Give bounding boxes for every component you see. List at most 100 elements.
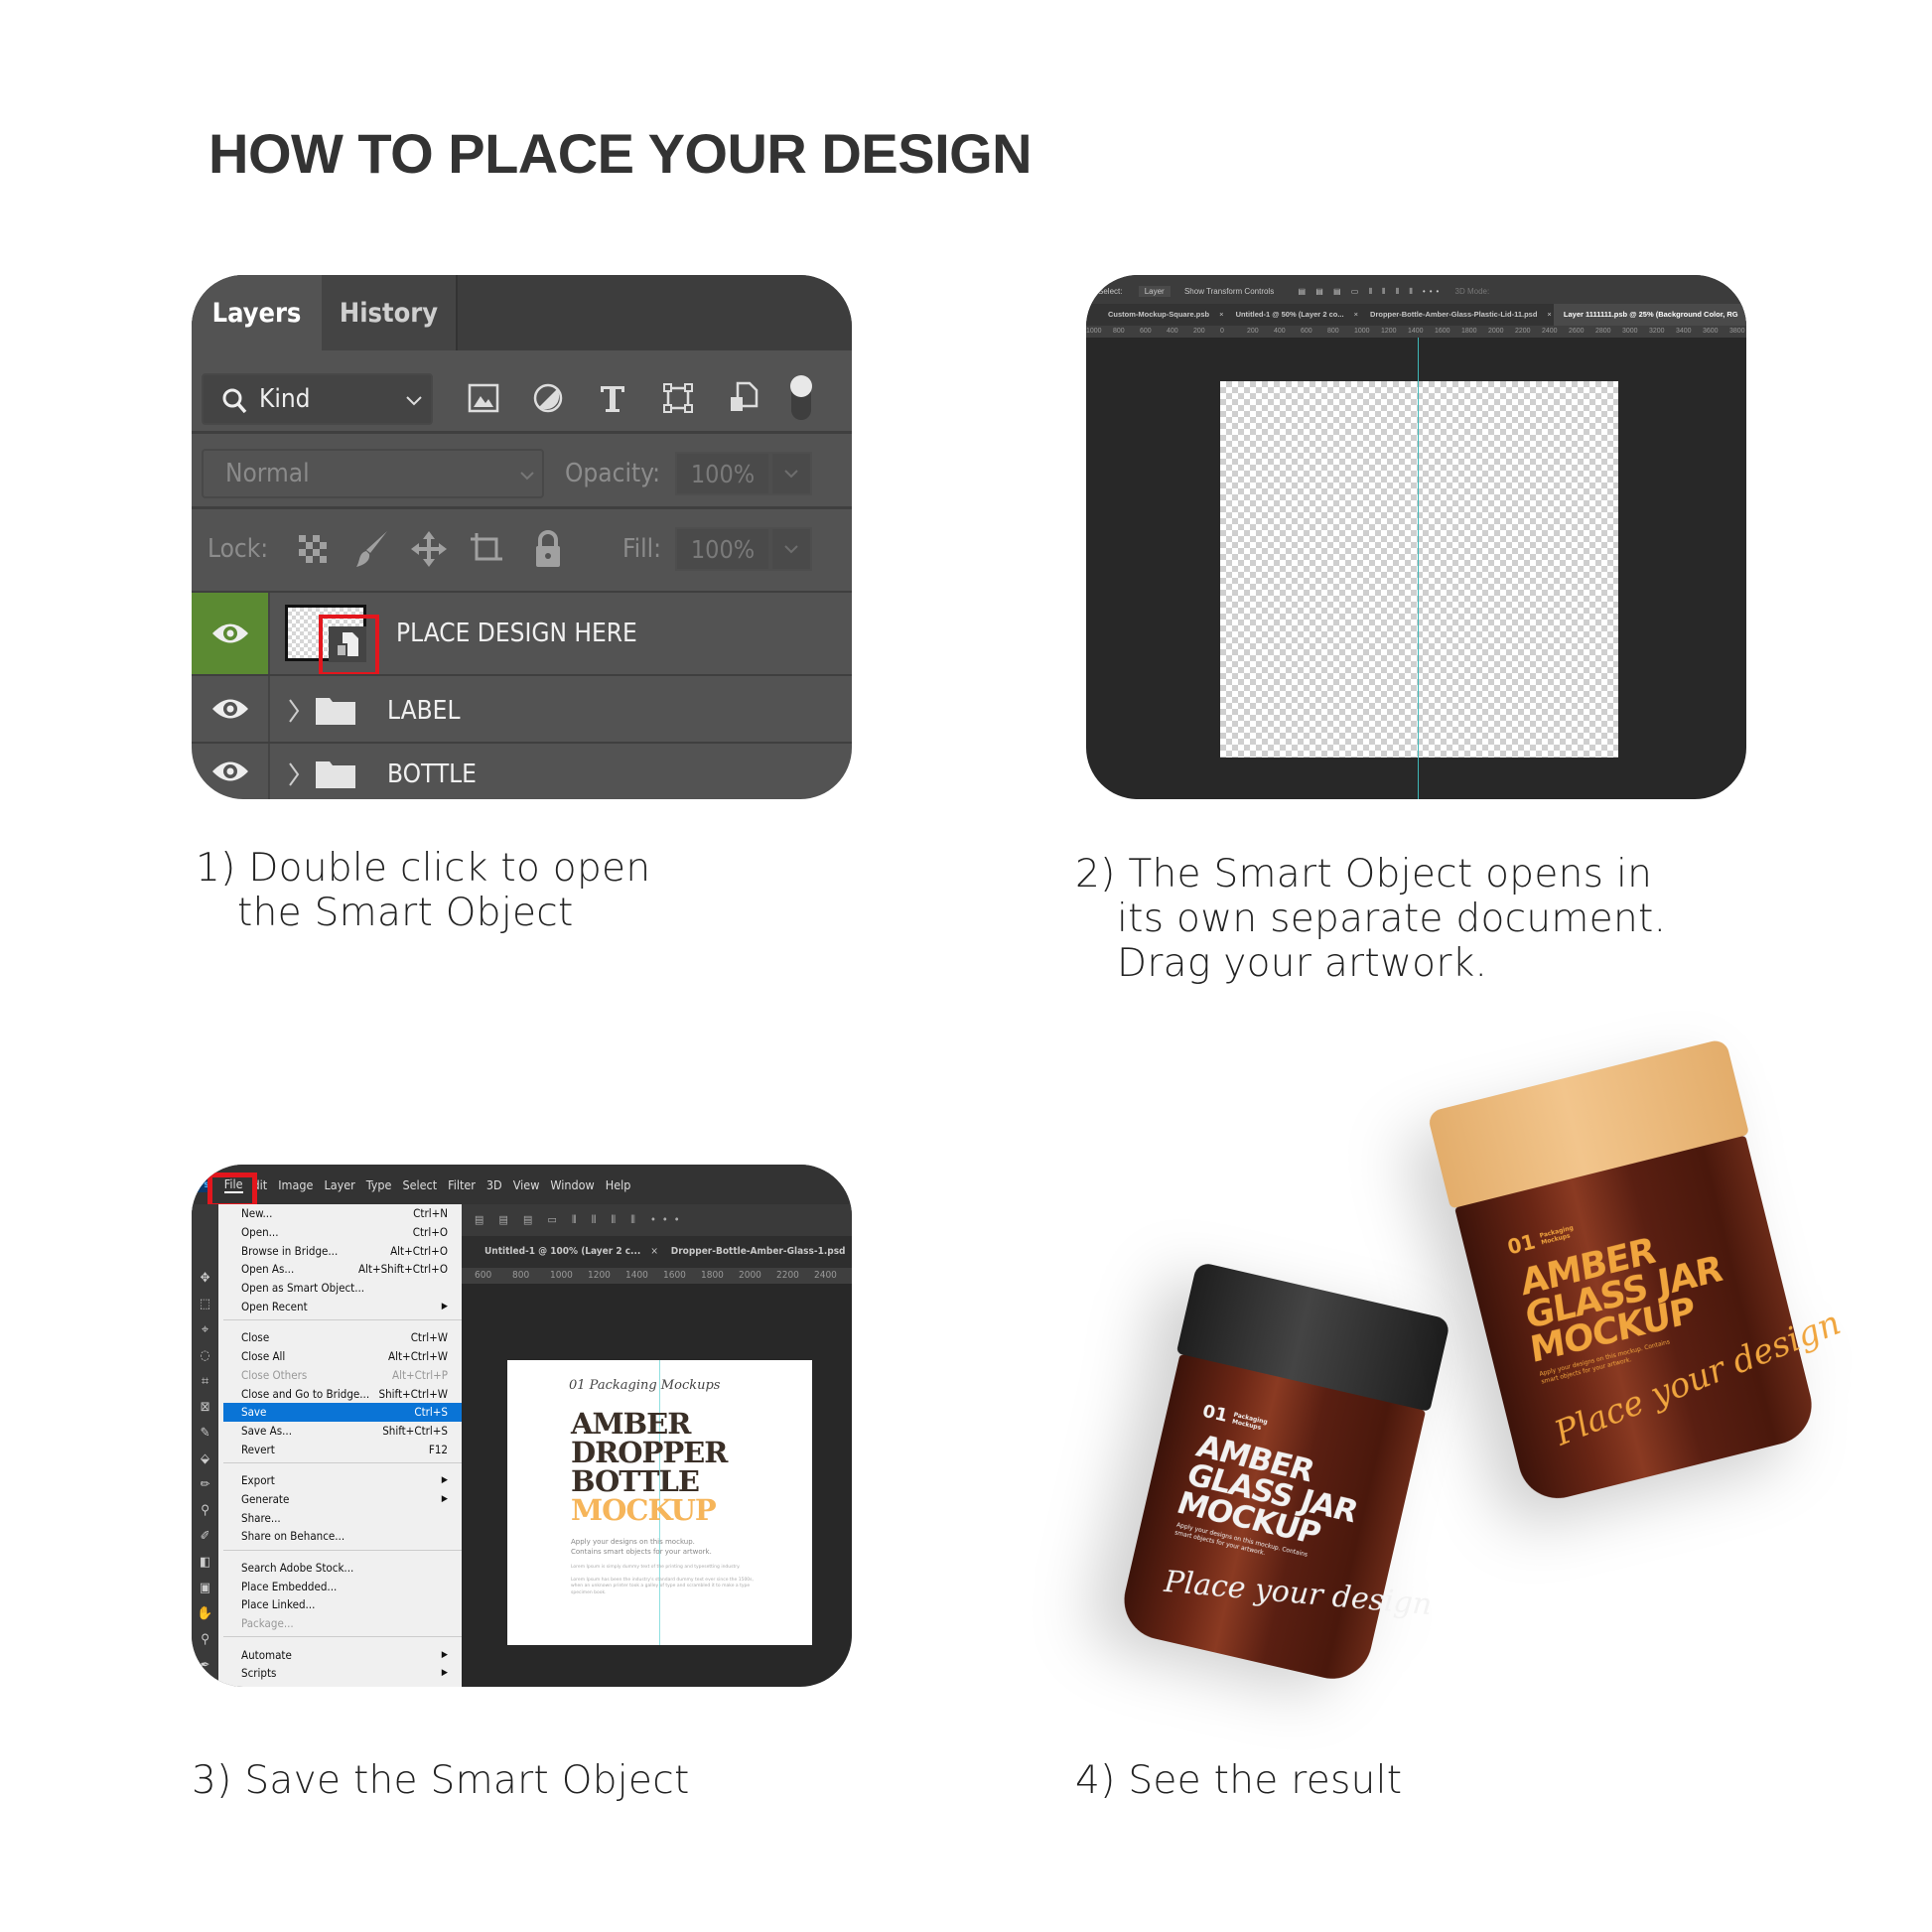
layer-row-bottle[interactable]: BOTTLE bbox=[192, 742, 852, 799]
lock-artboard-icon[interactable] bbox=[469, 531, 506, 567]
chevron-right-icon[interactable] bbox=[287, 761, 301, 787]
filter-smart-object-icon[interactable] bbox=[728, 380, 759, 414]
tool-icon[interactable]: ✏ bbox=[192, 1472, 218, 1498]
show-transform-controls-checkbox[interactable]: Show Transform Controls bbox=[1184, 287, 1274, 296]
menu-item-share-on-behance[interactable]: Share on Behance... bbox=[223, 1527, 462, 1546]
tab-history[interactable]: History bbox=[322, 275, 458, 350]
doc-tab[interactable]: Dropper-Bottle-Amber-Glass-1.psd bbox=[661, 1236, 852, 1268]
menu-item-generate[interactable]: Generate ▶ bbox=[223, 1490, 462, 1509]
menu-item-open-as-smart-object[interactable]: Open as Smart Object... bbox=[223, 1279, 462, 1298]
menu-item-save-as[interactable]: Save As... Shift+Ctrl+S bbox=[223, 1422, 462, 1441]
tool-icon[interactable]: ◧ bbox=[192, 1550, 218, 1576]
menu-filter[interactable]: Filter bbox=[448, 1177, 476, 1192]
lock-transparent-pixels-icon[interactable] bbox=[297, 533, 329, 565]
fill-input[interactable]: 100% bbox=[675, 527, 770, 571]
menu-item-close-others[interactable]: Close Others Alt+Ctrl+P bbox=[223, 1366, 462, 1385]
tool-icon[interactable]: ⬚ bbox=[192, 1292, 218, 1317]
menu-item-open-recent[interactable]: Open Recent ▶ bbox=[223, 1297, 462, 1315]
doc-tab[interactable]: Untitled-1 @ 100% (Layer 2 c... bbox=[475, 1236, 650, 1268]
blend-mode-dropdown[interactable]: Normal bbox=[202, 449, 544, 498]
menu-item-automate[interactable]: Automate ▶ bbox=[223, 1645, 462, 1664]
opacity-slider-button[interactable] bbox=[770, 452, 812, 495]
doc-tab[interactable]: Custom-Mockup-Square.psb bbox=[1098, 304, 1219, 326]
menu-item-save[interactable]: Save Ctrl+S bbox=[223, 1402, 462, 1422]
divider bbox=[192, 506, 852, 509]
menu-item-shortcut: Ctrl+S bbox=[414, 1405, 448, 1420]
menu-type[interactable]: Type bbox=[366, 1177, 392, 1192]
filter-kind-label: Kind bbox=[259, 384, 311, 414]
tool-icon[interactable]: ⊠ bbox=[192, 1395, 218, 1421]
tool-icon[interactable]: ⚲ bbox=[192, 1627, 218, 1653]
menu-item-close-and-go-to-bridge[interactable]: Close and Go to Bridge... Shift+Ctrl+W bbox=[223, 1384, 462, 1403]
menu-item-close[interactable]: Close Ctrl+W bbox=[223, 1328, 462, 1347]
visibility-toggle[interactable] bbox=[192, 744, 270, 799]
menu-item-open-as[interactable]: Open As... Alt+Shift+Ctrl+O bbox=[223, 1260, 462, 1279]
tool-icon[interactable]: ⬙ bbox=[192, 1447, 218, 1472]
menu-item-place-embedded[interactable]: Place Embedded... bbox=[223, 1577, 462, 1595]
filter-toggle-switch[interactable] bbox=[789, 372, 813, 424]
menu-select[interactable]: Select bbox=[402, 1177, 437, 1192]
tool-icon[interactable]: ⌗ bbox=[192, 1369, 218, 1395]
tool-icon[interactable]: ⚲ bbox=[192, 1498, 218, 1524]
tool-icon[interactable]: ◌ bbox=[192, 1343, 218, 1369]
menu-item-scripts[interactable]: Scripts ▶ bbox=[223, 1664, 462, 1683]
filter-kind-dropdown[interactable]: Kind bbox=[202, 373, 433, 425]
fill-slider-button[interactable] bbox=[770, 527, 812, 571]
menu-item-browse-in-bridge[interactable]: Browse in Bridge... Alt+Ctrl+O bbox=[223, 1241, 462, 1260]
select-dropdown[interactable]: Layer bbox=[1138, 286, 1171, 297]
eye-icon bbox=[211, 623, 248, 643]
menu-item-search-adobe-stock[interactable]: Search Adobe Stock... bbox=[223, 1559, 462, 1578]
menu-item-close-all[interactable]: Close All Alt+Ctrl+W bbox=[223, 1347, 462, 1366]
tool-icon[interactable]: ▣ bbox=[192, 1576, 218, 1601]
menu-layer[interactable]: Layer bbox=[324, 1177, 354, 1192]
tool-icon[interactable]: ✒ bbox=[192, 1653, 218, 1679]
ruler-tick-label: 2600 bbox=[1569, 328, 1585, 335]
ruler-tick-label: 3400 bbox=[1676, 328, 1692, 335]
filter-shape-layer-icon[interactable] bbox=[662, 382, 694, 414]
menu-image[interactable]: Image bbox=[278, 1177, 313, 1192]
menu-help[interactable]: Help bbox=[606, 1177, 631, 1192]
caption-line: Drag your artwork. bbox=[1117, 941, 1488, 986]
layer-row-label[interactable]: LABEL bbox=[192, 674, 852, 742]
tool-icon[interactable]: ⌖ bbox=[192, 1317, 218, 1343]
visibility-toggle[interactable] bbox=[192, 593, 270, 674]
menu-item-place-linked[interactable]: Place Linked... bbox=[223, 1595, 462, 1614]
filter-pixel-layer-icon[interactable] bbox=[468, 382, 499, 414]
menu-item-export[interactable]: Export ▶ bbox=[223, 1471, 462, 1490]
ruler-tick-label: 3000 bbox=[1622, 328, 1638, 335]
tab-layers[interactable]: Layers bbox=[192, 275, 322, 350]
chevron-right-icon[interactable] bbox=[287, 698, 301, 724]
menu-item-import[interactable]: Import▶ bbox=[223, 1683, 462, 1687]
tool-icon[interactable]: ✋ bbox=[192, 1601, 218, 1627]
menu-3d[interactable]: 3D bbox=[486, 1177, 502, 1192]
layer-row-place-design-here[interactable]: PLACE DESIGN HERE bbox=[192, 591, 852, 676]
lock-position-move-icon[interactable] bbox=[411, 531, 447, 567]
menu-item-share[interactable]: Share... bbox=[223, 1508, 462, 1527]
lock-image-pixels-brush-icon[interactable] bbox=[354, 529, 390, 569]
visibility-toggle[interactable] bbox=[192, 676, 270, 742]
menu-item-shortcut: Alt+Ctrl+W bbox=[388, 1349, 448, 1364]
doc-tab[interactable]: Dropper-Bottle-Amber-Glass-Plastic-Lid-1… bbox=[1360, 304, 1547, 326]
doc-tab[interactable]: Untitled-1 @ 50% (Layer 2 co... bbox=[1226, 304, 1354, 326]
menu-item-shortcut: Shift+Ctrl+S bbox=[382, 1423, 448, 1438]
filter-adjustment-layer-icon[interactable] bbox=[532, 382, 564, 414]
ruler-tick-label: 600 bbox=[1301, 328, 1312, 335]
menu-item-label: Close bbox=[241, 1330, 270, 1345]
menu-window[interactable]: Window bbox=[550, 1177, 594, 1192]
fill-label: Fill: bbox=[622, 534, 661, 564]
tool-icon[interactable]: ✥ bbox=[192, 1266, 218, 1292]
opacity-input[interactable]: 100% bbox=[675, 452, 770, 495]
lock-all-icon[interactable] bbox=[533, 529, 563, 569]
menu-item-open[interactable]: Open... Ctrl+O bbox=[223, 1223, 462, 1242]
ruler-tick-label: 1600 bbox=[663, 1270, 686, 1281]
jar-black-lid: 01 Packaging Mockups AMBER GLASS JAR MOCK… bbox=[1113, 1261, 1451, 1687]
filter-type-layer-icon[interactable] bbox=[597, 382, 628, 414]
menu-item-package[interactable]: Package... bbox=[223, 1614, 462, 1633]
doc-tab-active[interactable]: Layer 1111111.psb @ 25% (Background Colo… bbox=[1553, 304, 1746, 326]
tool-icon[interactable]: ✐ bbox=[192, 1524, 218, 1550]
menu-item-new[interactable]: New... Ctrl+N bbox=[223, 1204, 462, 1223]
subtext-line: Apply your designs on this mockup. bbox=[571, 1538, 695, 1546]
menu-item-revert[interactable]: Revert F12 bbox=[223, 1440, 462, 1458]
menu-view[interactable]: View bbox=[513, 1177, 540, 1192]
tool-icon[interactable]: ✎ bbox=[192, 1421, 218, 1447]
